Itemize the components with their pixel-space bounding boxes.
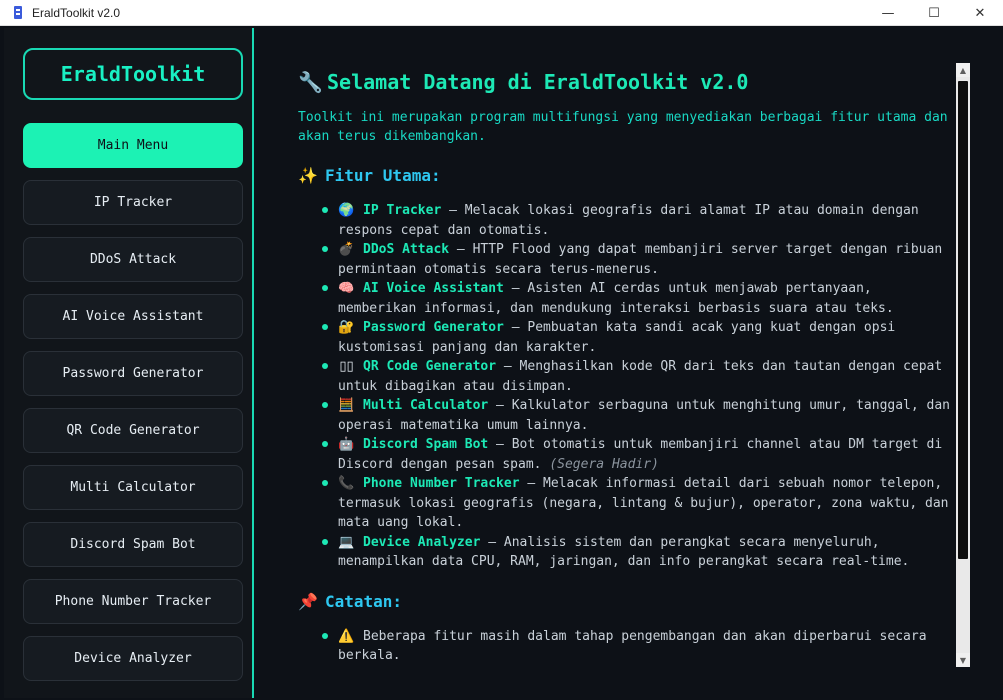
feature-item: 📞 Phone Number Tracker – Melacak informas… [318,474,953,533]
feature-note: (Segera Hadir) [549,456,659,472]
feature-name: DDoS Attack [363,242,450,257]
feature-name: QR Code Generator [363,359,497,374]
window-controls: — ☐ ✕ [865,0,1003,26]
feature-item: 💣 DDoS Attack – HTTP Flood yang dapat mem… [318,240,953,279]
feature-item: 🤖 Discord Spam Bot – Bot otomatis untuk m… [318,435,953,474]
scroll-up-icon[interactable]: ▲ [956,63,970,77]
feature-item: 💻 Device Analyzer – Analisis sistem dan p… [318,533,953,572]
app-window: EraldToolkit Main Menu IP Tracker DDoS Att… [0,26,1003,700]
feature-item: ▯▯ QR Code Generator – Menghasilkan kode … [318,357,953,396]
features-heading-text: Fitur Utama: [325,166,441,185]
feature-name: IP Tracker [363,203,442,218]
title-bar: EraldToolkit v2.0 — ☐ ✕ [0,0,1003,26]
sidebar-nav: Main Menu IP Tracker DDoS Attack AI Voice A… [23,123,243,693]
page-title-text: Selamat Datang di EraldToolkit v2.0 [327,70,749,94]
features-heading: ✨ Fitur Utama: [298,165,953,187]
feature-icon: 📞 [338,476,355,491]
wrench-icon: 🔧 [298,70,323,94]
features-list: 🌍 IP Tracker – Melacak lokasi geografis d… [298,201,953,572]
warning-icon: ⚠️ [338,628,355,644]
main-content: 🔧 Selamat Datang di EraldToolkit v2.0 Too… [256,28,1003,698]
vertical-scrollbar[interactable]: ▲ ▼ [956,63,970,667]
sidebar-item-multi-calculator[interactable]: Multi Calculator [23,465,243,510]
maximize-button[interactable]: ☐ [911,0,957,26]
sidebar-item-ip-tracker[interactable]: IP Tracker [23,180,243,225]
notes-list: ⚠️ Beberapa fitur masih dalam tahap penge… [298,627,953,665]
page-title: 🔧 Selamat Datang di EraldToolkit v2.0 [298,68,953,96]
notes-heading-text: Catatan: [325,591,403,611]
feature-item: 🧮 Multi Calculator – Kalkulator serbaguna… [318,396,953,435]
feature-item: 🔐 Password Generator – Pembuatan kata san… [318,318,953,357]
scroll-thumb[interactable] [958,81,968,559]
note-text: Beberapa fitur masih dalam tahap pengemb… [338,628,927,664]
sidebar-item-device-analyzer[interactable]: Device Analyzer [23,636,243,681]
feature-name: Discord Spam Bot [363,437,489,452]
sidebar-item-discord-spam-bot[interactable]: Discord Spam Bot [23,522,243,567]
sidebar-item-password-generator[interactable]: Password Generator [23,351,243,396]
sidebar: EraldToolkit Main Menu IP Tracker DDoS Att… [4,28,254,698]
feature-icon: 🤖 [338,437,355,452]
intro-text: Toolkit ini merupakan program multifungs… [298,110,948,144]
note-item: ⚠️ Beberapa fitur masih dalam tahap penge… [318,627,953,665]
content-scroll-area[interactable]: 🔧 Selamat Datang di EraldToolkit v2.0 Too… [298,58,953,664]
sidebar-item-ddos-attack[interactable]: DDoS Attack [23,237,243,282]
app-icon [12,6,24,20]
sidebar-item-qr-code-generator[interactable]: QR Code Generator [23,408,243,453]
feature-icon: 🔐 [338,320,355,335]
feature-name: Phone Number Tracker [363,476,520,491]
sidebar-item-ai-voice-assistant[interactable]: AI Voice Assistant [23,294,243,339]
feature-name: Password Generator [363,320,504,335]
feature-icon: ▯▯ [339,359,354,374]
feature-icon: 🌍 [338,203,355,218]
feature-name: Multi Calculator [363,398,489,413]
close-button[interactable]: ✕ [957,0,1003,26]
feature-item: 🧠 AI Voice Assistant – Asisten AI cerdas … [318,279,953,318]
pushpin-icon: 📌 [298,591,318,611]
feature-icon: 🧮 [338,398,355,413]
sidebar-item-phone-number-tracker[interactable]: Phone Number Tracker [23,579,243,624]
feature-icon: 💻 [338,534,355,550]
feature-icon: 🧠 [338,281,355,296]
sidebar-item-main-menu[interactable]: Main Menu [23,123,243,168]
minimize-button[interactable]: — [865,0,911,26]
feature-name: AI Voice Assistant [363,281,504,296]
feature-icon: 💣 [338,242,355,257]
app-logo: EraldToolkit [23,48,243,100]
scroll-down-icon[interactable]: ▼ [956,653,970,667]
notes-heading: 📌 Catatan: [298,591,953,613]
window-title: EraldToolkit v2.0 [32,5,121,20]
feature-name: Device Analyzer [363,534,481,550]
sparkles-icon: ✨ [298,166,318,185]
feature-item: 🌍 IP Tracker – Melacak lokasi geografis d… [318,201,953,240]
